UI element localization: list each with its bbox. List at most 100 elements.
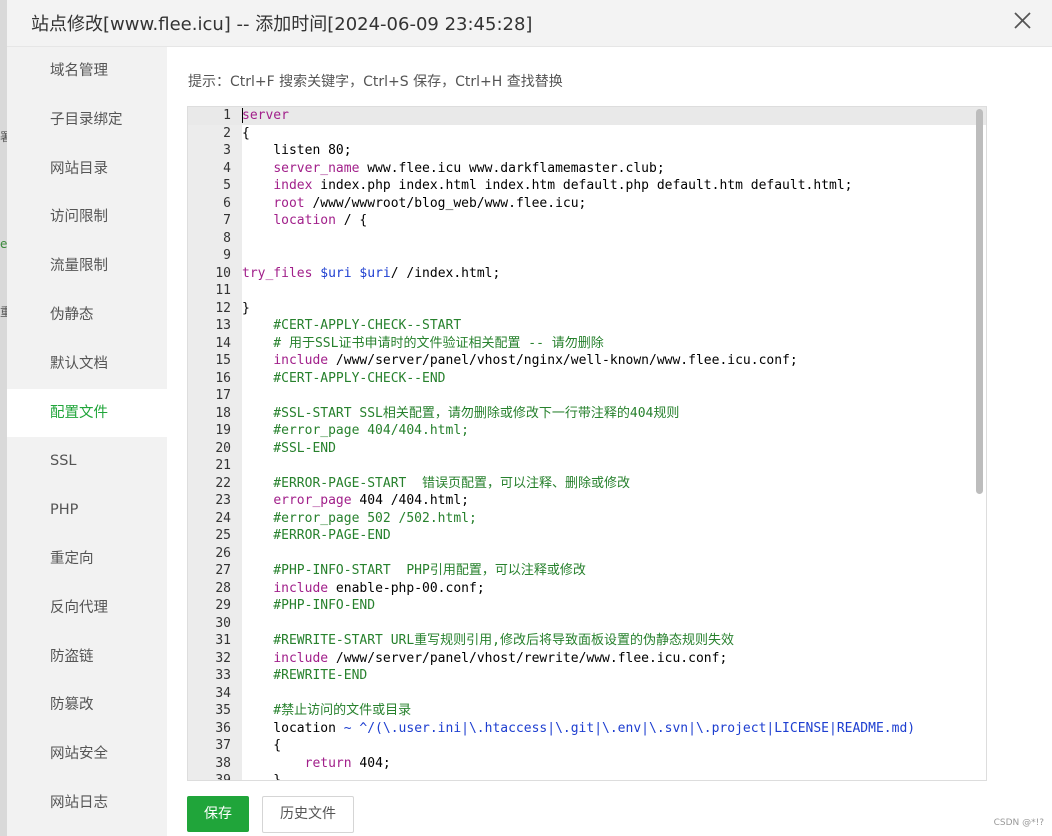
close-icon: [1014, 12, 1031, 29]
sidebar-item[interactable]: 访问限制: [7, 193, 167, 242]
code-token: /www/server/panel/vhost/nginx/well-known…: [328, 353, 798, 368]
code-line: 6 root /www/wwwroot/blog_web/www.flee.ic…: [188, 195, 986, 213]
line-text: try_files $uri $uri/ /index.html;: [242, 265, 500, 283]
line-number: 39: [215, 773, 231, 781]
code-token: include: [273, 353, 329, 368]
code-line: 39 }: [188, 772, 986, 781]
line-number: 31: [215, 633, 231, 648]
line-number: 2: [223, 125, 231, 141]
code-token: {: [242, 125, 250, 141]
code-line: 19 #error_page 404/404.html;: [188, 422, 986, 440]
line-text: #error_page 404/404.html;: [242, 422, 469, 440]
line-number: 24: [215, 510, 231, 526]
backdrop-glyph: 重: [0, 305, 7, 319]
code-token: #PHP-INFO-START PHP引用配置，可以注释或修改: [242, 563, 586, 578]
code-line: 11: [188, 282, 986, 300]
line-text: #禁止访问的文件或目录: [242, 702, 411, 720]
sidebar-item[interactable]: 伪静态: [7, 291, 167, 340]
sidebar-item[interactable]: 重定向: [7, 535, 167, 584]
line-number: 8: [223, 230, 231, 246]
code-token: server_name: [273, 160, 360, 176]
code-line: 34: [188, 685, 986, 703]
line-number: 20: [215, 440, 231, 456]
code-token: try_files: [242, 265, 313, 281]
history-files-button[interactable]: 历史文件: [262, 796, 354, 833]
sidebar-item[interactable]: 网站目录: [7, 145, 167, 194]
code-line: 33 #REWRITE-END: [188, 667, 986, 685]
line-text: #CERT-APPLY-CHECK--END: [242, 370, 446, 388]
line-number: 28: [215, 580, 231, 596]
dialog-title: 站点修改[www.flee.icu] -- 添加时间[2024-06-09 23…: [31, 14, 533, 35]
line-text: include /www/server/panel/vhost/rewrite/…: [242, 650, 727, 668]
line-text: location / {: [242, 212, 367, 230]
code-token: #PHP-INFO-END: [242, 598, 376, 613]
sidebar-item[interactable]: 流量限制: [7, 242, 167, 291]
code-line: 13 #CERT-APPLY-CHECK--START: [188, 317, 986, 335]
line-number: 18: [215, 405, 231, 421]
code-token: 404;: [351, 755, 391, 771]
line-number: 6: [223, 195, 231, 211]
line-text: listen 80;: [242, 142, 351, 160]
sidebar-item[interactable]: 域名管理: [7, 47, 167, 96]
backdrop-glyph: 署: [0, 130, 7, 144]
code-token: index.php index.html index.htm default.p…: [312, 178, 853, 193]
line-number: 13: [215, 318, 231, 333]
sidebar-item[interactable]: 默认文档: [7, 340, 167, 389]
line-number: 34: [215, 685, 231, 701]
line-text: server: [242, 107, 289, 125]
sidebar-item[interactable]: 反向代理: [7, 584, 167, 633]
editor-scrollbar[interactable]: [976, 109, 983, 494]
sidebar-item[interactable]: 配置文件: [7, 388, 167, 438]
line-number: 14: [215, 335, 231, 351]
editor-hint: 提示：Ctrl+F 搜索关键字，Ctrl+S 保存，Ctrl+H 查找替换: [188, 74, 563, 90]
code-line: 31 #REWRITE-START URL重写规则引用,修改后将导致面板设置的伪…: [188, 632, 986, 650]
code-token: include: [273, 650, 329, 666]
code-line: 27 #PHP-INFO-START PHP引用配置，可以注释或修改: [188, 562, 986, 580]
backdrop-glyph: e: [0, 237, 7, 251]
line-text: #ERROR-PAGE-START 错误页配置，可以注释、删除或修改: [242, 475, 630, 493]
code-line: 18 #SSL-START SSL相关配置，请勿删除或修改下一行带注释的404规…: [188, 405, 986, 423]
page-backdrop: 署 e 重: [0, 0, 7, 836]
line-text: #PHP-INFO-START PHP引用配置，可以注释或修改: [242, 562, 586, 580]
line-number: 33: [215, 668, 231, 683]
line-text: index index.php index.html index.htm def…: [242, 177, 853, 195]
code-token: #ERROR-PAGE-START 错误页配置，可以注释、删除或修改: [242, 475, 631, 491]
code-token: {: [242, 738, 282, 753]
line-number: 23: [215, 493, 231, 508]
sidebar-item[interactable]: 网站日志: [7, 779, 167, 828]
line-text: return 404;: [242, 755, 391, 773]
line-text: server_name www.flee.icu www.darkflamema…: [242, 160, 664, 178]
line-number: 3: [223, 143, 231, 158]
sidebar-item[interactable]: SSL: [7, 437, 167, 486]
sidebar-item[interactable]: 防盗链: [7, 633, 167, 682]
line-number: 21: [215, 458, 231, 473]
line-number: 37: [215, 738, 231, 753]
sidebar-item[interactable]: 子目录绑定: [7, 96, 167, 145]
dialog-titlebar: 站点修改[www.flee.icu] -- 添加时间[2024-06-09 23…: [7, 0, 1052, 47]
line-text: }: [242, 772, 281, 780]
sidebar-item[interactable]: 网站安全: [7, 730, 167, 779]
code-token: #CERT-APPLY-CHECK--START: [242, 318, 462, 333]
code-token: ~ ^/(\.user.ini|\.htaccess|\.git|\.env|\…: [343, 720, 916, 736]
code-content[interactable]: 1 server 2{3 listen 80; 4 server_name www.f…: [188, 107, 986, 781]
sidebar-item[interactable]: PHP: [7, 486, 167, 535]
code-token: return: [304, 755, 352, 771]
line-number: 22: [215, 475, 231, 491]
code-token: #CERT-APPLY-CHECK--END: [242, 370, 446, 386]
code-token: $uri: [359, 265, 391, 281]
sidebar-item[interactable]: 防篡改: [7, 681, 167, 730]
csdn-watermark: CSDN @*!?: [993, 818, 1044, 828]
code-line: 9: [188, 247, 986, 265]
line-number: 5: [223, 178, 231, 193]
code-token: / /index.html;: [390, 265, 501, 281]
code-token: location: [242, 720, 344, 736]
close-button[interactable]: [1010, 8, 1036, 34]
code-token: #error_page 404/404.html;: [242, 423, 469, 438]
save-button[interactable]: 保存: [187, 796, 249, 832]
code-editor[interactable]: 1 server 2{3 listen 80; 4 server_name www.f…: [187, 106, 987, 781]
